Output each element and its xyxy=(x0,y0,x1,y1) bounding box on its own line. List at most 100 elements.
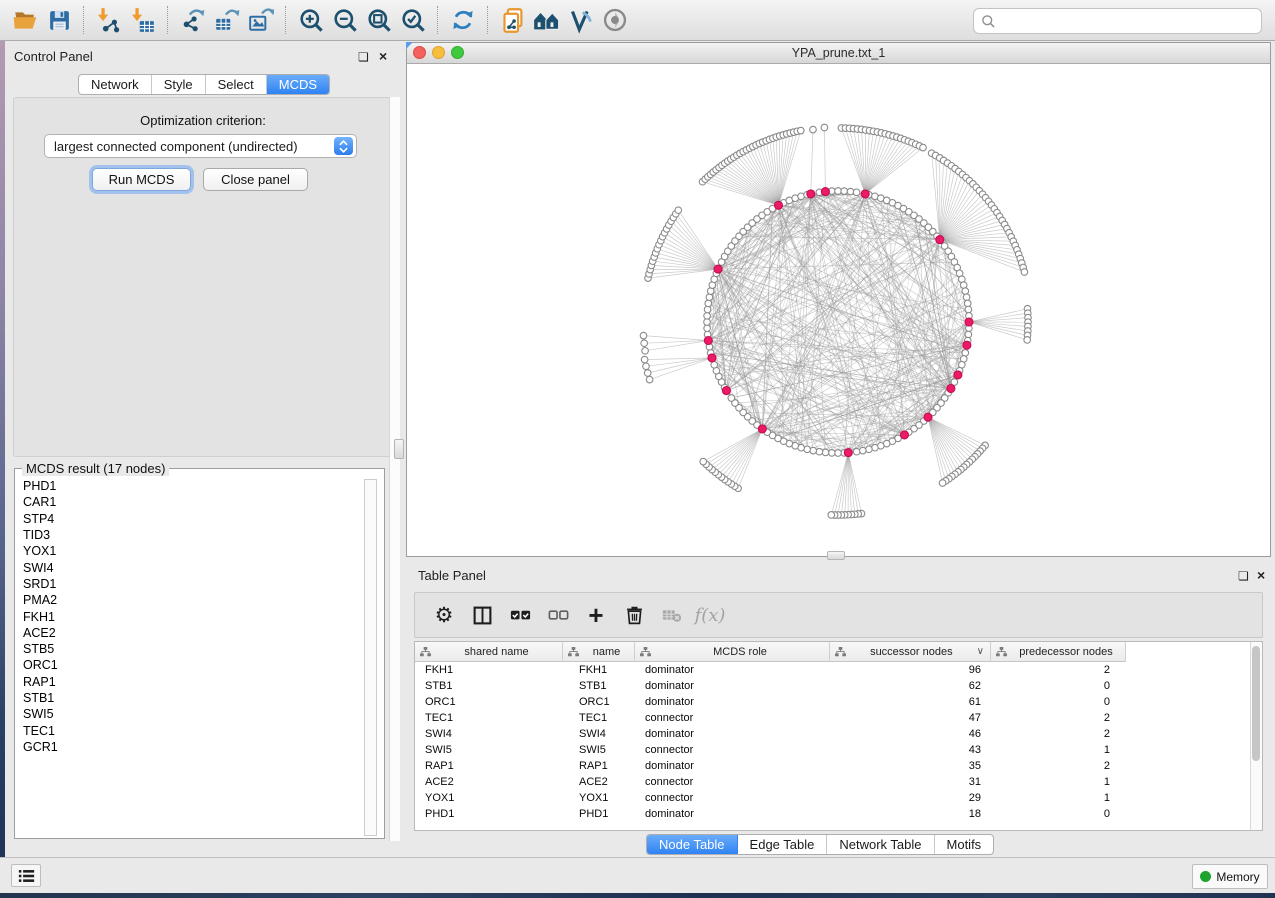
network-node[interactable] xyxy=(810,447,817,454)
table-row[interactable]: ORC1ORC1dominator610 xyxy=(415,694,1262,710)
network-leaf-node[interactable] xyxy=(1024,337,1031,344)
close-panel-button[interactable]: Close panel xyxy=(203,168,308,191)
network-node[interactable] xyxy=(822,449,829,456)
network-node[interactable] xyxy=(963,294,970,301)
memory-button[interactable]: Memory xyxy=(1192,864,1268,889)
mcds-hub-node[interactable] xyxy=(821,188,829,196)
network-node[interactable] xyxy=(705,300,712,307)
network-node[interactable] xyxy=(847,188,854,195)
split-divider-grip-vertical[interactable] xyxy=(394,439,404,459)
network-leaf-node[interactable] xyxy=(821,124,828,131)
table-scrollbar[interactable] xyxy=(1250,642,1262,830)
network-node[interactable] xyxy=(711,362,718,369)
tab-mcds[interactable]: MCDS xyxy=(267,75,329,94)
export-network-icon[interactable] xyxy=(176,3,210,37)
mcds-hub-node[interactable] xyxy=(714,265,722,273)
network-node[interactable] xyxy=(853,189,860,196)
network-leaf-node[interactable] xyxy=(828,512,835,519)
tab-network[interactable]: Network xyxy=(79,75,152,94)
network-leaf-node[interactable] xyxy=(675,207,682,214)
column-header-shared-name[interactable]: shared name xyxy=(415,642,563,662)
tab-select[interactable]: Select xyxy=(206,75,267,94)
network-leaf-node[interactable] xyxy=(646,376,653,383)
control-panel-float-icon[interactable]: ❏ xyxy=(358,51,369,63)
table-row[interactable]: FKH1FKH1dominator962 xyxy=(415,662,1262,678)
network-node[interactable] xyxy=(866,446,873,453)
network-leaf-node[interactable] xyxy=(641,340,648,347)
column-header-successor-nodes[interactable]: successor nodes∨ xyxy=(830,642,991,662)
network-node[interactable] xyxy=(816,448,823,455)
share-document-icon[interactable] xyxy=(496,3,530,37)
refresh-icon[interactable] xyxy=(446,3,480,37)
split-divider-grip-horizontal[interactable] xyxy=(827,551,845,560)
network-node[interactable] xyxy=(965,331,972,338)
home-icon[interactable] xyxy=(530,3,564,37)
eye-icon[interactable] xyxy=(598,3,632,37)
network-node[interactable] xyxy=(962,288,969,295)
table-settings-gear-icon[interactable]: ⚙ xyxy=(425,596,463,634)
network-node[interactable] xyxy=(841,188,848,195)
network-node[interactable] xyxy=(835,188,842,195)
network-node[interactable] xyxy=(704,306,711,313)
zoom-out-icon[interactable] xyxy=(328,3,362,37)
network-leaf-node[interactable] xyxy=(640,332,647,339)
add-column-icon[interactable]: + xyxy=(577,596,615,634)
network-leaf-node[interactable] xyxy=(920,144,927,151)
network-leaf-node[interactable] xyxy=(798,127,805,134)
mcds-result-item[interactable]: ORC1 xyxy=(17,657,363,673)
network-node[interactable] xyxy=(964,300,971,307)
vizmapper-icon[interactable] xyxy=(564,3,598,37)
mcds-result-item[interactable]: YOX1 xyxy=(17,543,363,559)
table-panel-close-icon[interactable]: × xyxy=(1257,569,1265,581)
column-header-predecessor-nodes[interactable]: predecessor nodes xyxy=(991,642,1126,662)
search-input[interactable] xyxy=(996,11,1261,31)
mcds-result-item[interactable]: FKH1 xyxy=(17,608,363,624)
tab-edge-table[interactable]: Edge Table xyxy=(738,835,828,854)
delete-column-icon[interactable] xyxy=(615,596,653,634)
network-graph[interactable] xyxy=(407,64,1270,556)
open-folder-icon[interactable] xyxy=(8,3,42,37)
network-node[interactable] xyxy=(829,450,836,457)
network-leaf-node[interactable] xyxy=(641,356,648,363)
select-all-icon[interactable] xyxy=(501,596,539,634)
import-network-icon[interactable] xyxy=(92,3,126,37)
zoom-selected-icon[interactable] xyxy=(396,3,430,37)
mcds-result-item[interactable]: SWI5 xyxy=(17,706,363,722)
mcds-hub-node[interactable] xyxy=(775,201,783,209)
mcds-result-item[interactable]: STP4 xyxy=(17,511,363,527)
table-row[interactable]: YOX1YOX1connector291 xyxy=(415,790,1262,806)
mcds-result-scrollbar[interactable] xyxy=(364,479,377,836)
mcds-hub-node[interactable] xyxy=(861,190,869,198)
mcds-result-item[interactable]: SRD1 xyxy=(17,576,363,592)
save-icon[interactable] xyxy=(42,3,76,37)
table-row[interactable]: STB1STB1dominator620 xyxy=(415,678,1262,694)
mcds-hub-node[interactable] xyxy=(704,337,712,345)
show-columns-icon[interactable] xyxy=(463,596,501,634)
mcds-hub-node[interactable] xyxy=(936,236,944,244)
network-leaf-node[interactable] xyxy=(700,458,707,465)
show-log-button[interactable] xyxy=(11,864,41,887)
mcds-hub-node[interactable] xyxy=(722,387,730,395)
mcds-hub-node[interactable] xyxy=(965,318,973,326)
mcds-result-item[interactable]: PMA2 xyxy=(17,592,363,608)
network-node[interactable] xyxy=(835,450,842,457)
export-image-icon[interactable] xyxy=(244,3,278,37)
mcds-hub-node[interactable] xyxy=(924,413,932,421)
network-node[interactable] xyxy=(706,294,713,301)
mcds-hub-node[interactable] xyxy=(708,354,716,362)
tab-style[interactable]: Style xyxy=(152,75,206,94)
control-panel-close-icon[interactable]: × xyxy=(379,50,387,62)
mcds-hub-node[interactable] xyxy=(807,190,815,198)
network-node[interactable] xyxy=(704,325,711,332)
mcds-hub-node[interactable] xyxy=(901,431,909,439)
mcds-result-item[interactable]: STB1 xyxy=(17,690,363,706)
mcds-hub-node[interactable] xyxy=(954,371,962,379)
search-field[interactable] xyxy=(973,8,1262,34)
table-row[interactable]: SWI5SWI5connector431 xyxy=(415,742,1262,758)
control-panel-scrollbar[interactable] xyxy=(389,97,400,841)
network-node[interactable] xyxy=(728,395,735,402)
column-header-name[interactable]: name xyxy=(563,642,635,662)
table-row[interactable]: PHD1PHD1dominator180 xyxy=(415,806,1262,822)
table-scrollbar-thumb[interactable] xyxy=(1252,646,1260,761)
run-mcds-button[interactable]: Run MCDS xyxy=(92,168,191,191)
